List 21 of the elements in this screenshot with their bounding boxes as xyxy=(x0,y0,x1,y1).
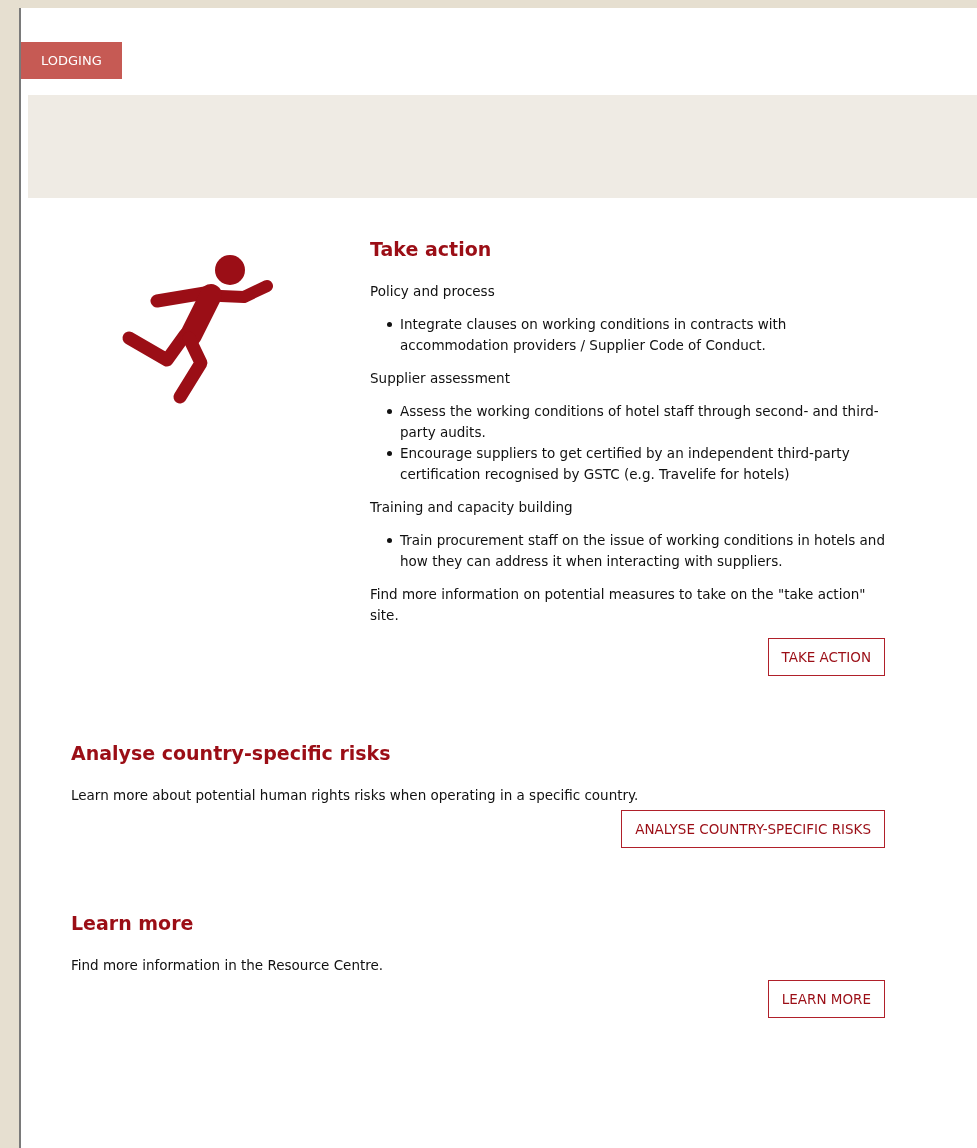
section-heading: Take action xyxy=(370,238,493,260)
bullet-icon xyxy=(387,322,392,327)
list-item: Assess the working conditions of hotel staff through second- and third-party audits. xyxy=(400,402,880,442)
subheading: Policy and process xyxy=(370,282,496,301)
list-item: Integrate clauses on working conditions in contracts with accommodation providers / Supplier Code of Conduct. xyxy=(400,315,788,355)
paragraph: Find more information in the Resource Centre. xyxy=(71,956,385,975)
link-button[interactable]: LEARN MORE xyxy=(767,980,885,1018)
section-heading: Analyse country-specific risks xyxy=(71,742,392,764)
list-item: Encourage suppliers to get certified by an independent third-party certification recognised by GSTC (e.g. Travelife for hotels) xyxy=(400,444,851,484)
link-button[interactable]: TAKE ACTION xyxy=(767,638,885,676)
paragraph: Find more information on potential measures to take on the "take action" site. xyxy=(370,585,867,625)
list-item: Train procurement staff on the issue of working conditions in hotels and how they can address it when interacting with suppliers. xyxy=(400,531,885,571)
subheading: Training and capacity building xyxy=(370,498,574,517)
subheading: Supplier assessment xyxy=(370,369,511,388)
bullet-icon xyxy=(387,538,392,543)
bullet-icon xyxy=(387,409,392,414)
paragraph: Learn more about potential human rights risks when operating in a specific country. xyxy=(71,786,640,805)
link-button[interactable]: ANALYSE COUNTRY-SPECIFIC RISKS xyxy=(621,810,885,848)
bullet-icon xyxy=(387,451,392,456)
category-tag: LODGING xyxy=(21,42,122,79)
section-heading: Learn more xyxy=(71,912,195,934)
